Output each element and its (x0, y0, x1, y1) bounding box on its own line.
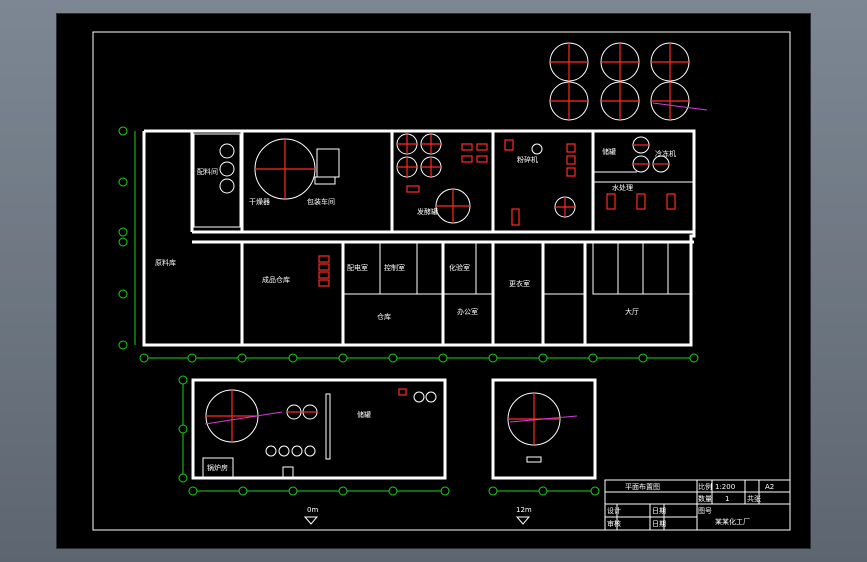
label-equipment-1: 储罐 (357, 410, 371, 419)
tb-sheet-label: 共张 (747, 494, 761, 503)
label-room-10: 粉碎机 (517, 155, 538, 164)
axis-grid-main (118, 126, 699, 363)
label-room-2: 成品仓库 (262, 275, 290, 284)
label-room-17: 控制室 (384, 263, 405, 272)
label-room-16: 配电室 (347, 263, 368, 272)
label-room-1: 原料库 (155, 258, 176, 267)
level-marker-0m: 0m (307, 506, 318, 514)
tb-qty-value: 1 (725, 495, 729, 503)
label-room-9: 干燥器 (249, 197, 270, 206)
tb-qty-label: 数量 (698, 494, 712, 503)
cad-viewport[interactable]: 原料库 配料间 干燥器 包装车间 发酵罐 粉碎机 储罐 冷冻机 水处理 成品仓库… (57, 14, 810, 548)
label-room-3: 化验室 (449, 263, 470, 272)
title-block: 平面布置图 比例 1:200 A2 数量 1 共张 图号 设计 日期 审核 日期… (604, 479, 791, 531)
storage-tanks-group (549, 42, 708, 121)
tb-scale-label: 比例 (698, 482, 712, 491)
label-room-7: 配料间 (197, 167, 218, 176)
label-room-18: 仓库 (377, 312, 391, 321)
label-room-14: 冷冻机 (655, 149, 676, 158)
tb-drawing-title: 平面布置图 (625, 482, 660, 491)
label-room-15: 水处理 (612, 183, 633, 192)
label-room-12: 储罐 (602, 147, 616, 156)
tb-designer: 设计 (607, 506, 621, 515)
main-building: 原料库 配料间 干燥器 包装车间 发酵罐 粉碎机 储罐 冷冻机 水处理 成品仓库… (142, 129, 696, 347)
label-room-8: 发酵罐 (417, 207, 438, 216)
tb-date-2: 日期 (652, 520, 666, 528)
lower-left-building: 锅炉房 储罐 0m (178, 375, 450, 525)
lower-middle-building: 12m (488, 378, 600, 525)
level-marker-12m: 12m (516, 506, 532, 514)
label-room-4: 办公室 (457, 307, 478, 316)
tb-material-label: 图号 (698, 507, 712, 515)
tb-checker: 审核 (607, 519, 621, 528)
tb-scale-value: 1:200 (715, 483, 735, 491)
label-room-13: 锅炉房 (207, 463, 228, 472)
label-room-11: 包装车间 (307, 197, 335, 206)
label-room-6: 大厅 (625, 307, 639, 316)
tb-sheet-size: A2 (765, 483, 774, 491)
tb-company: 某某化工厂 (715, 517, 750, 526)
floor-plan-drawing: 原料库 配料间 干燥器 包装车间 发酵罐 粉碎机 储罐 冷冻机 水处理 成品仓库… (92, 31, 791, 531)
label-room-5: 更衣室 (509, 279, 530, 288)
tb-date-1: 日期 (652, 507, 666, 515)
